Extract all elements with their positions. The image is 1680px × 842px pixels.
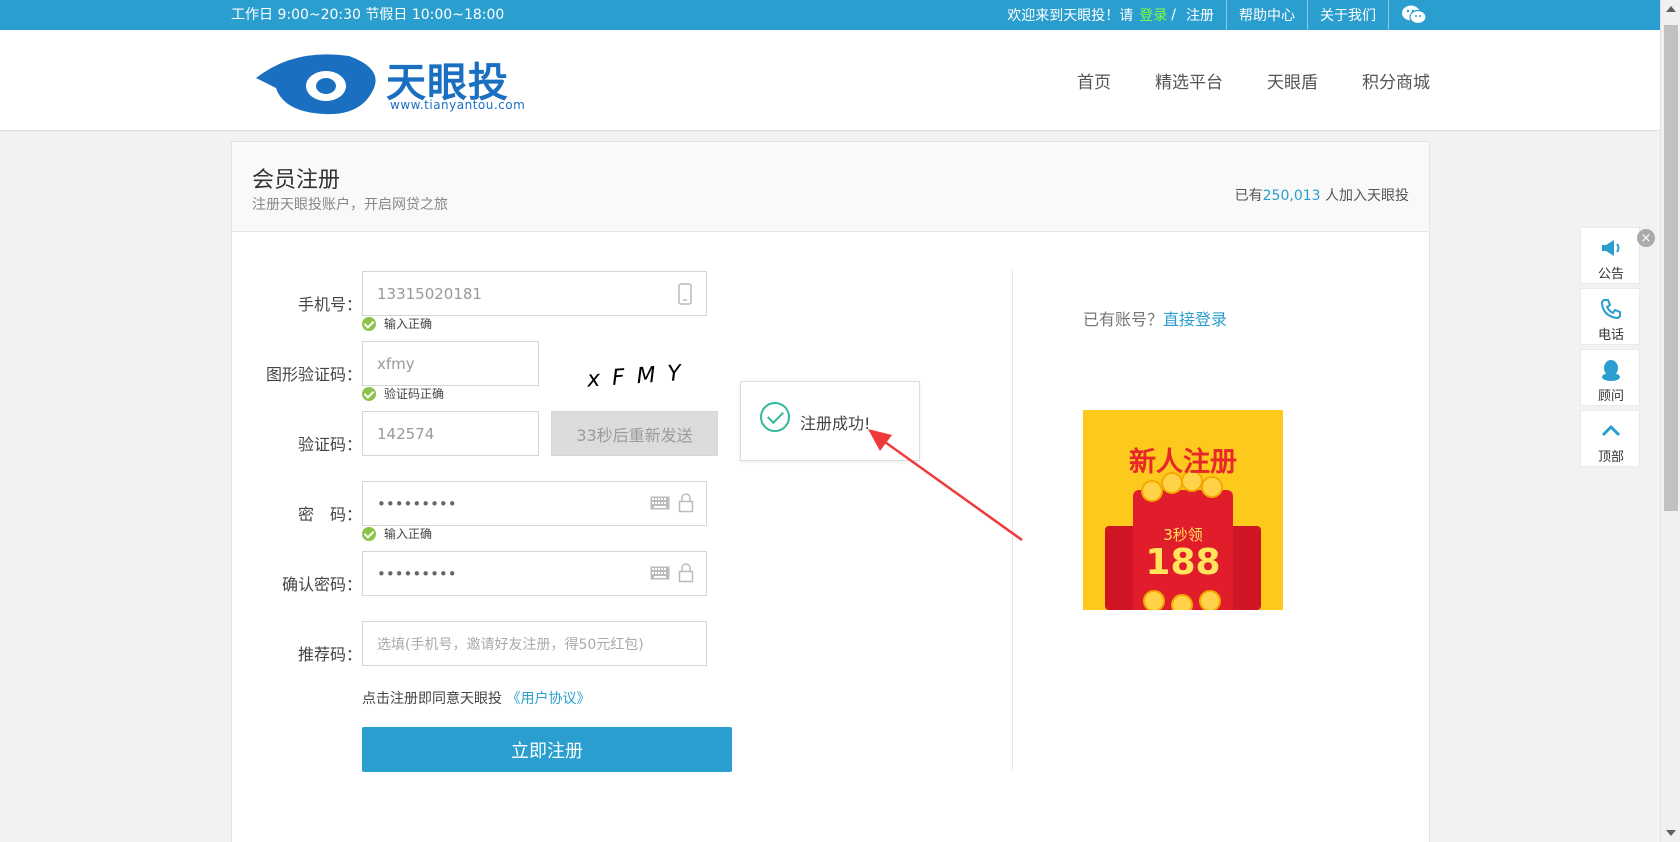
top-bar: 工作日 9:00~20:30 节假日 10:00~18:00 欢迎来到天眼投！请… bbox=[0, 0, 1660, 30]
referral-label: 推荐码： bbox=[297, 645, 362, 664]
agreement-prefix: 点击注册即同意天眼投 bbox=[362, 691, 502, 707]
page-subtitle: 注册天眼投账户，开启网贷之旅 bbox=[252, 197, 448, 213]
site-logo[interactable]: 天眼投 www.tianyantou.com bbox=[254, 48, 534, 118]
resend-code-button[interactable]: 33秒后重新发送 bbox=[551, 411, 718, 456]
phone-status: 输入正确 bbox=[362, 315, 432, 332]
announcement-button[interactable]: 公告 bbox=[1580, 227, 1640, 284]
password-status-text: 输入正确 bbox=[384, 527, 433, 541]
lock-icon bbox=[678, 493, 694, 517]
scroll-down-arrow-icon[interactable] bbox=[1666, 830, 1676, 836]
captcha-status: 验证码正确 bbox=[362, 385, 444, 402]
promo-amount: 188 bbox=[1145, 542, 1221, 583]
back-to-top-button[interactable]: 顶部 bbox=[1580, 410, 1640, 467]
agreement-text: 点击注册即同意天眼投 《用户协议》 bbox=[362, 688, 590, 708]
divider bbox=[1226, 0, 1227, 30]
phone-label: 手机号： bbox=[297, 295, 362, 314]
member-count-prefix: 已有 bbox=[1234, 188, 1263, 204]
member-count-number: 250,013 bbox=[1262, 188, 1321, 204]
captcha-label: 图形验证码： bbox=[265, 365, 362, 384]
eye-logo-icon bbox=[256, 54, 376, 115]
check-circle-icon bbox=[362, 386, 376, 401]
confirm-password-value: ••••••••• bbox=[377, 564, 457, 583]
newbie-promo-banner[interactable]: 新人注册 3秒领 188 bbox=[1083, 410, 1283, 610]
success-check-icon bbox=[760, 402, 790, 432]
nav-platforms[interactable]: 精选平台 bbox=[1155, 68, 1223, 93]
has-account-text: 已有账号？直接登录 bbox=[1083, 306, 1227, 330]
keyboard-icon[interactable] bbox=[650, 566, 670, 584]
confirm-password-input[interactable]: ••••••••• bbox=[362, 551, 707, 596]
coin-icon bbox=[1171, 594, 1193, 610]
advisor-button[interactable]: 顾问 bbox=[1580, 349, 1640, 406]
welcome-text: 欢迎来到天眼投！请 bbox=[1007, 8, 1134, 24]
referral-input[interactable]: 选填(手机号，邀请好友注册，得50元红包) bbox=[362, 621, 707, 666]
coin-icon bbox=[1141, 480, 1163, 502]
phone-status-text: 输入正确 bbox=[384, 317, 433, 331]
sms-code-value: 142574 bbox=[377, 424, 435, 443]
sms-code-input[interactable]: 142574 bbox=[362, 411, 539, 456]
nav-points-mall[interactable]: 积分商城 bbox=[1362, 68, 1430, 93]
about-link[interactable]: 关于我们 bbox=[1320, 5, 1376, 25]
close-icon[interactable]: × bbox=[1637, 229, 1655, 247]
phone-input[interactable]: 13315020181 bbox=[362, 271, 707, 316]
page-title: 会员注册 bbox=[252, 168, 341, 193]
floating-service-bar: 公告 电话 顾问 顶部 bbox=[1580, 227, 1640, 471]
phone-label-float: 电话 bbox=[1597, 328, 1624, 343]
login-register-separator: / bbox=[1171, 7, 1176, 23]
advisor-label: 顾问 bbox=[1597, 389, 1624, 404]
coin-icon bbox=[1143, 590, 1165, 610]
captcha-input[interactable]: xfmy bbox=[362, 341, 539, 386]
member-count-suffix: 人加入天眼投 bbox=[1320, 188, 1409, 204]
phone-icon bbox=[1599, 297, 1623, 321]
brand-url: www.tianyantou.com bbox=[390, 98, 526, 112]
qq-icon bbox=[1599, 358, 1623, 382]
member-count: 已有250,013 人加入天眼投 bbox=[1235, 185, 1409, 205]
nav-shield[interactable]: 天眼盾 bbox=[1267, 68, 1318, 93]
chevron-up-icon bbox=[1599, 419, 1623, 443]
site-header: 天眼投 www.tianyantou.com 首页 精选平台 天眼盾 积分商城 bbox=[0, 30, 1660, 131]
back-to-top-label: 顶部 bbox=[1597, 450, 1624, 465]
card-header: 会员注册 注册天眼投账户，开启网贷之旅 已有250,013 人加入天眼投 bbox=[232, 142, 1429, 232]
divider bbox=[1388, 0, 1389, 30]
confirm-password-label: 确认密码： bbox=[281, 575, 362, 594]
login-link[interactable]: 登录 bbox=[1139, 5, 1167, 25]
red-arrow-icon bbox=[868, 429, 1023, 542]
check-circle-icon bbox=[362, 526, 376, 541]
service-hours: 工作日 9:00~20:30 节假日 10:00~18:00 bbox=[231, 7, 505, 23]
megaphone-icon bbox=[1599, 236, 1623, 260]
register-submit-button[interactable]: 立即注册 bbox=[362, 727, 732, 772]
user-agreement-link[interactable]: 《用户协议》 bbox=[506, 691, 590, 707]
phone-value: 13315020181 bbox=[377, 284, 482, 303]
password-status: 输入正确 bbox=[362, 525, 432, 542]
captcha-image[interactable]: xFMY bbox=[586, 360, 694, 392]
mobile-icon bbox=[678, 283, 692, 309]
sms-code-label: 验证码： bbox=[297, 435, 362, 454]
scrollbar-thumb[interactable] bbox=[1664, 25, 1678, 511]
referral-placeholder: 选填(手机号，邀请好友注册，得50元红包) bbox=[377, 636, 644, 653]
has-account-prefix: 已有账号？ bbox=[1083, 310, 1164, 329]
scroll-up-arrow-icon[interactable] bbox=[1666, 6, 1676, 12]
lock-icon bbox=[678, 563, 694, 587]
announcement-label: 公告 bbox=[1597, 267, 1624, 282]
register-card: 会员注册 注册天眼投账户，开启网贷之旅 已有250,013 人加入天眼投 手机号… bbox=[231, 141, 1430, 842]
promo-title: 新人注册 bbox=[1129, 447, 1237, 478]
main-nav: 首页 精选平台 天眼盾 积分商城 bbox=[1077, 68, 1430, 93]
page-scrollbar[interactable] bbox=[1660, 0, 1680, 842]
phone-button[interactable]: 电话 bbox=[1580, 288, 1640, 345]
help-link[interactable]: 帮助中心 bbox=[1239, 5, 1295, 25]
captcha-status-text: 验证码正确 bbox=[384, 387, 445, 401]
nav-home[interactable]: 首页 bbox=[1077, 68, 1111, 93]
divider bbox=[1307, 0, 1308, 30]
captcha-value: xfmy bbox=[377, 354, 415, 373]
wechat-icon[interactable] bbox=[1401, 4, 1427, 26]
register-link[interactable]: 注册 bbox=[1186, 5, 1214, 25]
direct-login-link[interactable]: 直接登录 bbox=[1163, 310, 1227, 329]
password-value: ••••••••• bbox=[377, 494, 457, 513]
coin-icon bbox=[1199, 590, 1221, 610]
password-input[interactable]: ••••••••• bbox=[362, 481, 707, 526]
keyboard-icon[interactable] bbox=[650, 496, 670, 514]
coin-icon bbox=[1201, 476, 1223, 498]
check-circle-icon bbox=[362, 316, 376, 331]
password-label: 密 码： bbox=[297, 505, 362, 524]
